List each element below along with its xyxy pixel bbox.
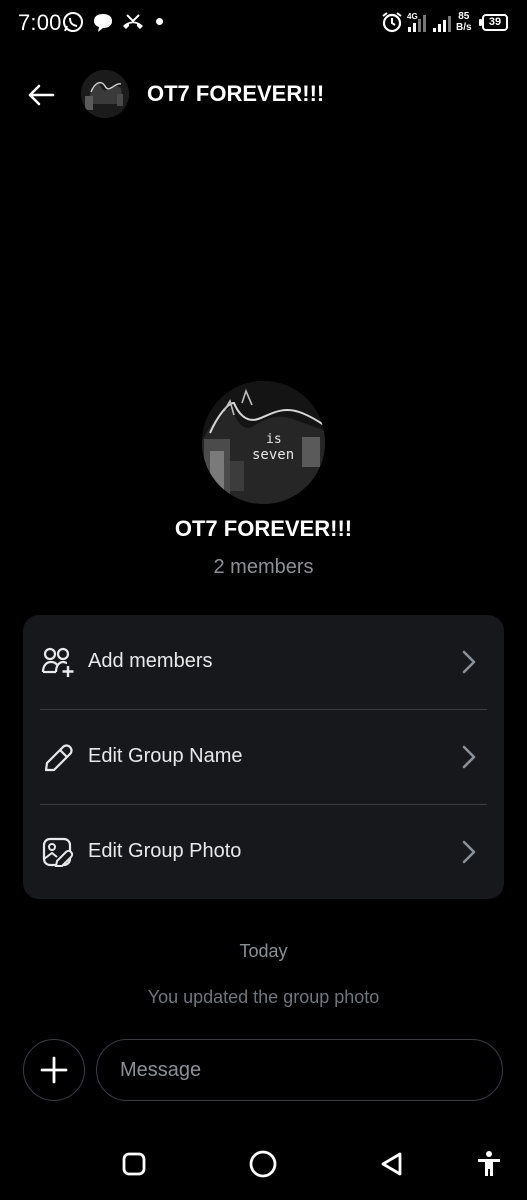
recents-button[interactable] xyxy=(119,1149,149,1179)
group-photo-image xyxy=(81,70,129,118)
group-avatar[interactable]: is seven xyxy=(202,381,325,504)
option-label-edit-group-photo: Edit Group Photo xyxy=(88,840,242,862)
avatar-text-seven: seven xyxy=(252,447,294,463)
option-label-add-members: Add members xyxy=(88,650,213,672)
back-triangle-icon xyxy=(381,1152,402,1176)
recents-square-icon xyxy=(122,1152,146,1176)
back-button[interactable] xyxy=(22,76,60,114)
header-group-avatar[interactable] xyxy=(81,70,129,118)
date-separator: Today xyxy=(239,941,288,961)
network-speed: 85 B/s xyxy=(456,11,472,33)
chat-bubble-icon xyxy=(92,12,114,39)
svg-text:4G: 4G xyxy=(407,12,418,21)
wifi-signal-icon xyxy=(432,11,454,38)
whatsapp-icon xyxy=(62,11,84,38)
system-message: You updated the group photo xyxy=(147,987,380,1007)
edit-group-name-option[interactable]: Edit Group Name xyxy=(23,710,504,804)
battery-level: 39 xyxy=(488,16,502,28)
header-title[interactable]: OT7 FOREVER!!! xyxy=(147,81,324,107)
signal-icon: 4G xyxy=(406,11,430,38)
member-count[interactable]: 2 members xyxy=(0,556,527,579)
back-nav-button[interactable] xyxy=(377,1149,407,1179)
photo-edit-icon xyxy=(42,837,74,867)
alarm-icon xyxy=(381,11,403,38)
group-options-card: Add members Edit Group Name Edit Group P… xyxy=(23,615,504,899)
edit-group-photo-option[interactable]: Edit Group Photo xyxy=(23,805,504,899)
option-label-edit-group-name: Edit Group Name xyxy=(88,745,243,767)
status-bar: 7:00 4G 85 B/s 39 xyxy=(0,0,527,46)
plus-icon xyxy=(40,1056,68,1084)
battery-icon: 39 xyxy=(482,14,508,31)
notification-dot xyxy=(156,18,163,25)
group-photo-image: is seven xyxy=(202,381,325,504)
home-circle-icon xyxy=(249,1150,277,1178)
accessibility-icon xyxy=(478,1151,500,1176)
chevron-right-icon xyxy=(462,745,476,769)
accessibility-button[interactable] xyxy=(474,1149,504,1179)
pencil-icon xyxy=(44,744,73,772)
add-members-option[interactable]: Add members xyxy=(23,615,504,709)
add-attachment-button[interactable] xyxy=(23,1039,85,1101)
home-button[interactable] xyxy=(248,1149,278,1179)
chevron-right-icon xyxy=(462,840,476,864)
arrow-left-icon xyxy=(28,84,55,106)
add-people-icon xyxy=(41,647,74,677)
avatar-text-is: is xyxy=(266,432,282,447)
system-nav-bar xyxy=(0,1135,527,1195)
network-speed-value: 85 xyxy=(458,11,470,22)
group-name: OT7 FOREVER!!! xyxy=(174,516,353,541)
status-time: 7:00 xyxy=(18,10,62,35)
network-speed-unit: B/s xyxy=(456,22,472,33)
chevron-right-icon xyxy=(462,650,476,674)
conversation-header: OT7 FOREVER!!! xyxy=(0,60,527,130)
missed-call-icon xyxy=(121,12,145,39)
message-input[interactable] xyxy=(96,1039,503,1101)
